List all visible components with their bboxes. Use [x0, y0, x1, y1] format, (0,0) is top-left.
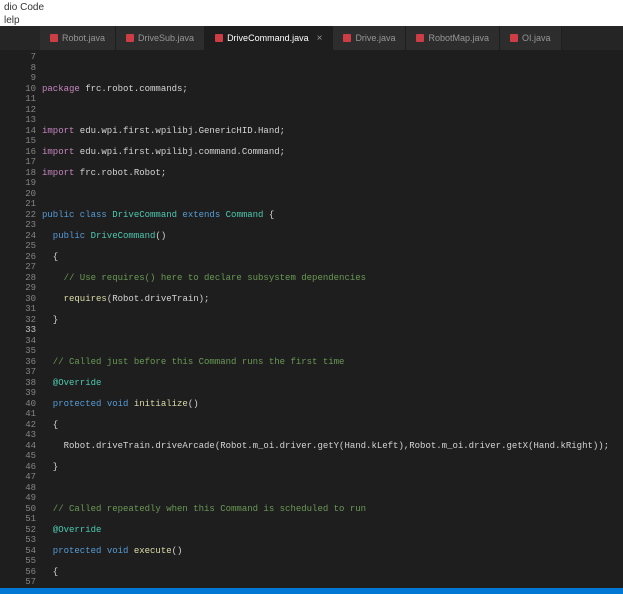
- tab-label: Robot.java: [62, 33, 105, 43]
- tab-label: RobotMap.java: [428, 33, 489, 43]
- tab-robot[interactable]: Robot.java: [40, 26, 116, 50]
- status-bar[interactable]: [0, 588, 623, 594]
- java-icon: [50, 34, 58, 42]
- java-icon: [126, 34, 134, 42]
- java-icon: [416, 34, 424, 42]
- close-icon[interactable]: ×: [317, 33, 323, 44]
- editor-body: 7891011121314151617181920212223242526272…: [0, 50, 623, 588]
- gutter-margin: [0, 50, 14, 588]
- editor-area: Robot.java DriveSub.java DriveCommand.ja…: [0, 26, 623, 594]
- tab-drivecommand[interactable]: DriveCommand.java ×: [205, 26, 333, 50]
- window-title-bar: dio Code: [0, 0, 623, 14]
- tab-drive[interactable]: Drive.java: [333, 26, 406, 50]
- tab-oi[interactable]: OI.java: [500, 26, 562, 50]
- menu-help[interactable]: lelp: [4, 15, 20, 26]
- java-icon: [510, 34, 518, 42]
- tab-label: Drive.java: [355, 33, 395, 43]
- tab-drivesub[interactable]: DriveSub.java: [116, 26, 205, 50]
- java-icon: [215, 34, 223, 42]
- tabs-bar: Robot.java DriveSub.java DriveCommand.ja…: [0, 26, 623, 50]
- window-title: dio Code: [4, 2, 44, 13]
- code-content[interactable]: package frc.robot.commands; import edu.w…: [42, 50, 623, 588]
- tab-robotmap[interactable]: RobotMap.java: [406, 26, 500, 50]
- tab-label: OI.java: [522, 33, 551, 43]
- menu-bar[interactable]: lelp: [0, 14, 623, 26]
- java-icon: [343, 34, 351, 42]
- tab-label: DriveCommand.java: [227, 33, 309, 43]
- tab-label: DriveSub.java: [138, 33, 194, 43]
- line-number-gutter: 7891011121314151617181920212223242526272…: [14, 50, 42, 588]
